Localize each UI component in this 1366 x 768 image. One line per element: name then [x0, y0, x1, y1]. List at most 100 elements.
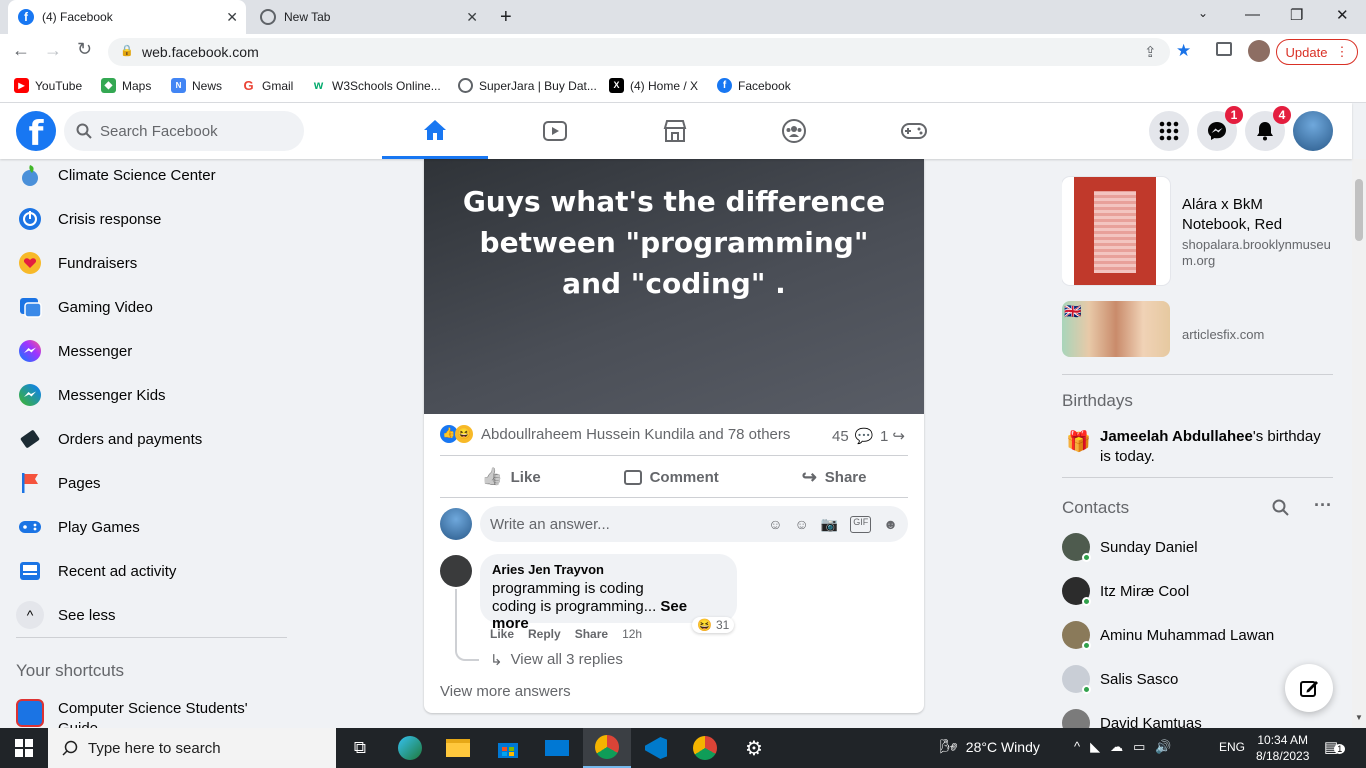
nav-home[interactable] — [382, 103, 488, 159]
reload-icon[interactable]: ↻ — [77, 39, 92, 60]
sidebar-item-orders[interactable]: Orders and payments — [16, 425, 202, 453]
onedrive-icon[interactable]: ☁ — [1110, 739, 1123, 755]
sticker-icon[interactable]: ☻ — [883, 516, 898, 533]
emoji-icon[interactable]: ☺ — [795, 516, 809, 533]
like-button[interactable]: 👍 Like — [481, 467, 540, 487]
new-message-button[interactable] — [1285, 664, 1333, 712]
reaction-summary[interactable]: 👍 😆 Abdoullraheem Hussein Kundila and 78… — [440, 425, 790, 443]
volume-icon[interactable]: 🔊 — [1155, 739, 1171, 755]
task-view-icon[interactable]: ⧉ — [336, 728, 384, 768]
close-tab-icon[interactable]: ✕ — [226, 9, 238, 26]
new-tab-plus-icon[interactable]: + — [500, 6, 512, 29]
tab-facebook[interactable]: f (4) Facebook ✕ — [8, 0, 246, 34]
update-button[interactable]: Update ⋮ — [1276, 39, 1358, 65]
gif-icon[interactable]: GIF — [850, 515, 872, 533]
weather-widget[interactable]: 🌬 28°C Windy — [940, 738, 1040, 755]
messenger-button[interactable]: 1 — [1197, 106, 1243, 151]
comments-count[interactable]: 45 💬 — [832, 427, 873, 446]
answer-input[interactable]: Write an answer... ☺ ☺ 📷 GIF ☻ — [480, 506, 908, 542]
ad-title[interactable]: Alára x BkM Notebook, Red — [1182, 195, 1332, 235]
bookmark-star-icon[interactable]: ★ — [1176, 41, 1191, 61]
sidebar-item-gaming-video[interactable]: Gaming Video — [16, 293, 153, 321]
sidebar-item-messenger[interactable]: Messenger — [16, 337, 132, 365]
contact-item[interactable]: David Kamtuas — [1062, 709, 1202, 729]
sidebar-item-climate[interactable]: Climate Science Center — [16, 161, 216, 189]
sidebar-item-fundraisers[interactable]: Fundraisers — [16, 249, 137, 277]
comment-like-link[interactable]: Like — [490, 627, 514, 641]
nav-watch[interactable] — [502, 103, 608, 159]
comment-reactions[interactable]: 😆 31 — [692, 617, 735, 633]
bookmark-gmail[interactable]: G Gmail — [241, 78, 293, 93]
bookmark-news[interactable]: N News — [171, 78, 222, 93]
chrome-taskbar-icon-2[interactable] — [681, 728, 729, 768]
back-icon[interactable]: ← — [12, 40, 30, 61]
view-more-answers-link[interactable]: View more answers — [440, 683, 571, 700]
close-tab-icon[interactable]: ✕ — [466, 9, 478, 26]
mail-icon[interactable] — [533, 728, 581, 768]
sidebar-item-play-games[interactable]: Play Games — [16, 513, 140, 541]
ad-image-notebook[interactable] — [1062, 177, 1170, 285]
maximize-icon[interactable]: ❐ — [1290, 6, 1303, 24]
windows-start-icon[interactable] — [0, 728, 48, 768]
comment-author[interactable]: Aries Jen Trayvon — [492, 562, 725, 577]
sidebar-item-pages[interactable]: Pages — [16, 469, 101, 497]
facebook-logo[interactable]: f — [16, 111, 56, 154]
chrome-taskbar-icon[interactable] — [583, 728, 631, 768]
scroll-down-arrow-icon[interactable]: ▼ — [1355, 713, 1363, 722]
contact-item[interactable]: Sunday Daniel — [1062, 533, 1198, 562]
page-scrollbar[interactable]: ▼ — [1352, 159, 1366, 729]
clock[interactable]: 10:34 AM 8/18/2023 — [1256, 732, 1309, 764]
share-button[interactable]: ↪ Share — [802, 467, 867, 488]
vscode-icon[interactable] — [632, 728, 680, 768]
menu-button[interactable] — [1149, 111, 1189, 151]
address-bar[interactable]: 🔒 web.facebook.com ⇪ ★ — [108, 38, 1191, 66]
bookmark-x[interactable]: X (4) Home / X — [609, 78, 698, 93]
profile-avatar[interactable] — [1293, 111, 1333, 151]
avatar-sticker-icon[interactable]: ☺ — [768, 516, 782, 533]
sidebar-item-recent-ad-activity[interactable]: Recent ad activity — [16, 557, 176, 585]
store-icon[interactable] — [484, 728, 532, 768]
shortcut-cs-students[interactable]: Computer Science Students' Guide — [16, 699, 258, 729]
scrollbar-thumb[interactable] — [1355, 179, 1363, 241]
network-icon[interactable]: ◣ — [1090, 739, 1100, 755]
close-window-icon[interactable]: ✕ — [1336, 6, 1349, 24]
sidebar-item-crisis[interactable]: Crisis response — [16, 205, 161, 233]
nav-gaming[interactable] — [861, 103, 967, 159]
search-contacts-icon[interactable] — [1272, 499, 1290, 517]
bookmark-superjara[interactable]: SuperJara | Buy Dat... — [458, 78, 597, 93]
comment-button[interactable]: Comment — [623, 469, 719, 486]
notifications-button[interactable]: 4 — [1245, 106, 1291, 151]
contact-item[interactable]: Aminu Muhammad Lawan — [1062, 621, 1274, 650]
settings-gear-icon[interactable]: ⚙ — [730, 728, 778, 768]
file-explorer-icon[interactable] — [434, 728, 482, 768]
birthday-text[interactable]: Jameelah Abdullahee's birthday is today. — [1100, 427, 1334, 467]
nav-groups[interactable] — [741, 103, 847, 159]
chevron-up-icon[interactable]: ^ — [1074, 739, 1080, 755]
language-indicator[interactable]: ENG — [1219, 740, 1245, 754]
share-icon[interactable]: ⇪ — [1144, 43, 1157, 61]
tab-search-chevron-icon[interactable]: ⌄ — [1198, 6, 1208, 20]
search-input[interactable]: Search Facebook — [64, 111, 304, 151]
bookmark-maps[interactable]: ◆ Maps — [101, 78, 151, 93]
bookmark-youtube[interactable]: ▶ YouTube — [14, 78, 82, 93]
contact-item[interactable]: Itz Miræ Cool — [1062, 577, 1189, 606]
comment-reply-link[interactable]: Reply — [528, 627, 561, 641]
ad-image-people[interactable]: 🇬🇧 — [1062, 301, 1170, 357]
bookmark-facebook[interactable]: f Facebook — [717, 78, 791, 93]
view-replies-link[interactable]: ↳ View all 3 replies — [490, 651, 623, 669]
edge-icon[interactable] — [386, 728, 434, 768]
more-options-icon[interactable]: ··· — [1314, 495, 1332, 516]
minimize-icon[interactable]: — — [1245, 6, 1260, 23]
shares-count[interactable]: 1 ↪ — [880, 427, 905, 446]
contact-item[interactable]: Salis Sasco — [1062, 665, 1178, 694]
side-panel-icon[interactable] — [1216, 42, 1232, 56]
battery-icon[interactable]: ▭ — [1133, 739, 1145, 755]
bookmark-w3schools[interactable]: w W3Schools Online... — [311, 78, 441, 93]
notification-center-icon[interactable]: ▤1 — [1324, 738, 1346, 756]
camera-icon[interactable]: 📷 — [821, 516, 838, 533]
profile-avatar[interactable] — [1248, 40, 1270, 62]
tab-new-tab[interactable]: New Tab ✕ — [250, 0, 486, 34]
sidebar-item-messenger-kids[interactable]: Messenger Kids — [16, 381, 166, 409]
sidebar-see-less[interactable]: ^ See less — [16, 601, 116, 629]
taskbar-search-input[interactable]: Type here to search — [48, 728, 336, 768]
